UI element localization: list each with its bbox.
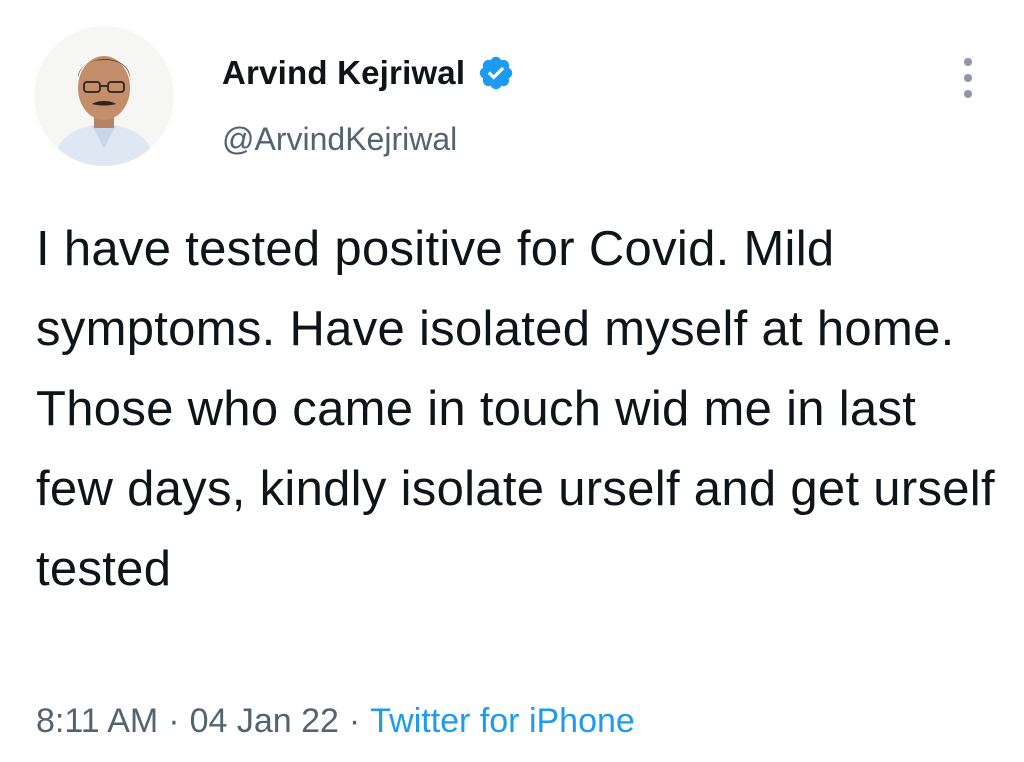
verified-badge-icon xyxy=(477,54,515,92)
tweet-meta: 8:11 AM · 04 Jan 22 · Twitter for iPhone xyxy=(36,702,635,741)
author-avatar[interactable] xyxy=(34,26,174,166)
author-display-name[interactable]: Arvind Kejriwal xyxy=(222,54,465,92)
tweet-date[interactable]: 04 Jan 22 xyxy=(190,702,339,740)
avatar-photo xyxy=(34,26,174,166)
tweet-time[interactable]: 8:11 AM xyxy=(36,702,158,740)
author-name-row: Arvind Kejriwal xyxy=(222,54,515,92)
more-dot xyxy=(964,90,972,98)
meta-separator: · xyxy=(348,702,361,740)
tweet-text: I have tested positive for Covid. Mild s… xyxy=(36,222,995,596)
author-handle[interactable]: @ArvindKejriwal xyxy=(222,121,457,158)
more-dot xyxy=(964,58,972,66)
more-vertical-icon[interactable] xyxy=(956,58,980,98)
more-dot xyxy=(964,74,972,82)
tweet-card: Arvind Kejriwal @ArvindKejriwal I have t… xyxy=(0,0,1024,762)
tweet-source-link[interactable]: Twitter for iPhone xyxy=(370,702,635,740)
meta-separator: · xyxy=(168,702,180,740)
